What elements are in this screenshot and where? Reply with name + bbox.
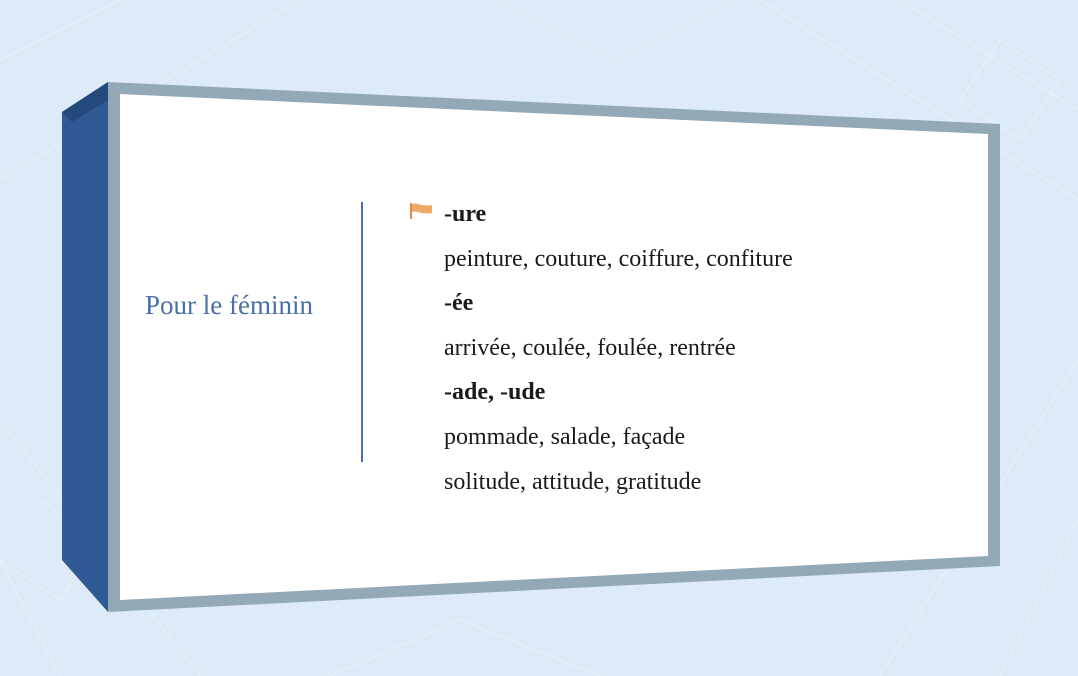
examples-ade: pommade, salade, façade	[444, 423, 686, 450]
suffix-ade-ude: -ade, -ude	[444, 379, 546, 406]
flag-icon	[410, 203, 432, 219]
examples-ee: arrivée, coulée, foulée, rentrée	[444, 334, 736, 361]
slide-content: Pour le féminin -ure peinture, couture, …	[0, 0, 1078, 676]
suffix-list: -ure peinture, couture, coiffure, confit…	[410, 192, 793, 504]
section-label: Pour le féminin	[145, 290, 313, 320]
suffix-ee: -ée	[444, 290, 474, 317]
examples-ure: peinture, couture, coiffure, confiture	[444, 245, 793, 272]
suffix-ure: -ure	[444, 201, 487, 227]
vertical-divider	[361, 202, 363, 462]
examples-ude: solitude, attitude, gratitude	[444, 468, 702, 495]
